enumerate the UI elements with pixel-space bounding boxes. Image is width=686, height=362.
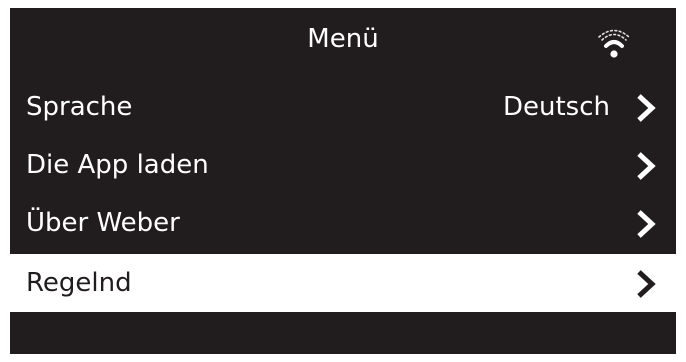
- menu-item-app-download[interactable]: Die App laden: [10, 136, 676, 194]
- chevron-right-icon: [637, 210, 656, 238]
- menu-item-language[interactable]: Sprache Deutsch: [10, 78, 676, 136]
- menu-item-value: Deutsch: [502, 92, 610, 122]
- menu-screen: Menü Sprache Deutsch Die App laden Über …: [10, 8, 676, 354]
- chevron-right-icon: [637, 270, 656, 298]
- wifi-icon: [598, 29, 630, 58]
- menu-item-label: Regelnd: [26, 268, 132, 298]
- header-bar: Menü: [10, 8, 676, 72]
- page-title: Menü: [307, 24, 379, 54]
- menu-item-label: Über Weber: [26, 208, 180, 238]
- menu-item-about[interactable]: Über Weber: [10, 194, 676, 252]
- chevron-right-icon: [637, 152, 656, 180]
- menu-item-regulatory[interactable]: Regelnd: [10, 254, 676, 312]
- menu-item-label: Sprache: [26, 92, 133, 122]
- chevron-right-icon: [637, 94, 656, 122]
- menu-item-label: Die App laden: [26, 150, 209, 180]
